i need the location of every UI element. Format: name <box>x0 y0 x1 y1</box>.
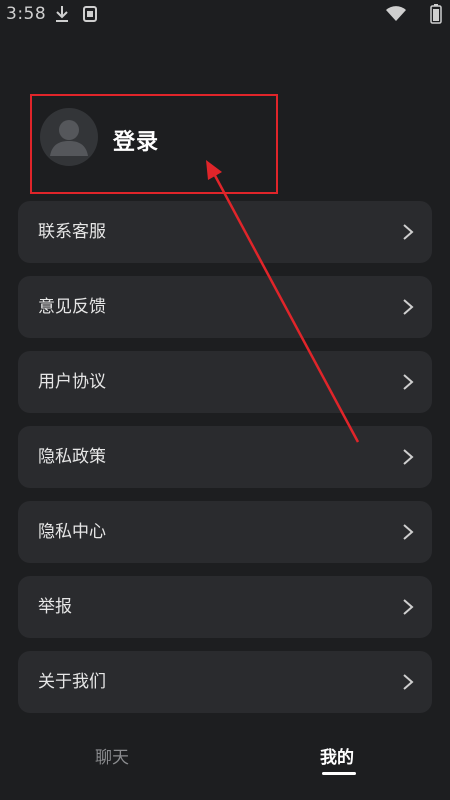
active-tab-indicator <box>322 772 356 775</box>
download-icon <box>54 5 70 27</box>
menu-item-about-us[interactable]: 关于我们 <box>18 651 432 713</box>
menu-item-report[interactable]: 举报 <box>18 576 432 638</box>
tab-mine[interactable]: 我的 <box>320 746 354 770</box>
menu-item-label: 举报 <box>38 597 72 617</box>
chevron-right-icon <box>403 674 414 690</box>
status-bar: 3:58 <box>0 0 450 30</box>
chevron-right-icon <box>403 449 414 465</box>
chevron-right-icon <box>403 374 414 390</box>
chevron-right-icon <box>403 599 414 615</box>
bottom-nav: 聊天 我的 <box>0 730 450 790</box>
battery-icon <box>430 4 442 28</box>
chevron-right-icon <box>403 299 414 315</box>
annotation-highlight-box <box>30 94 278 194</box>
menu-item-user-agreement[interactable]: 用户协议 <box>18 351 432 413</box>
menu-item-label: 关于我们 <box>38 672 106 692</box>
menu-item-privacy-policy[interactable]: 隐私政策 <box>18 426 432 488</box>
menu-item-label: 隐私中心 <box>38 522 106 542</box>
chevron-right-icon <box>403 524 414 540</box>
wifi-icon <box>385 6 407 26</box>
tab-chat[interactable]: 聊天 <box>95 746 129 770</box>
menu-item-label: 意见反馈 <box>38 297 106 317</box>
app-notification-icon <box>82 5 98 27</box>
settings-menu: 联系客服 意见反馈 用户协议 隐私政策 隐私中心 举报 关于我们 <box>18 201 432 726</box>
status-time: 3:58 <box>6 4 47 24</box>
menu-item-privacy-center[interactable]: 隐私中心 <box>18 501 432 563</box>
menu-item-feedback[interactable]: 意见反馈 <box>18 276 432 338</box>
chevron-right-icon <box>403 224 414 240</box>
menu-item-label: 用户协议 <box>38 372 106 392</box>
screen: 3:58 登录 联系客服 意见反馈 用户协议 隐私政策 隐私中心 举报 关于我们… <box>0 0 450 800</box>
menu-item-label: 联系客服 <box>38 222 106 242</box>
menu-item-label: 隐私政策 <box>38 447 106 467</box>
menu-item-contact-service[interactable]: 联系客服 <box>18 201 432 263</box>
